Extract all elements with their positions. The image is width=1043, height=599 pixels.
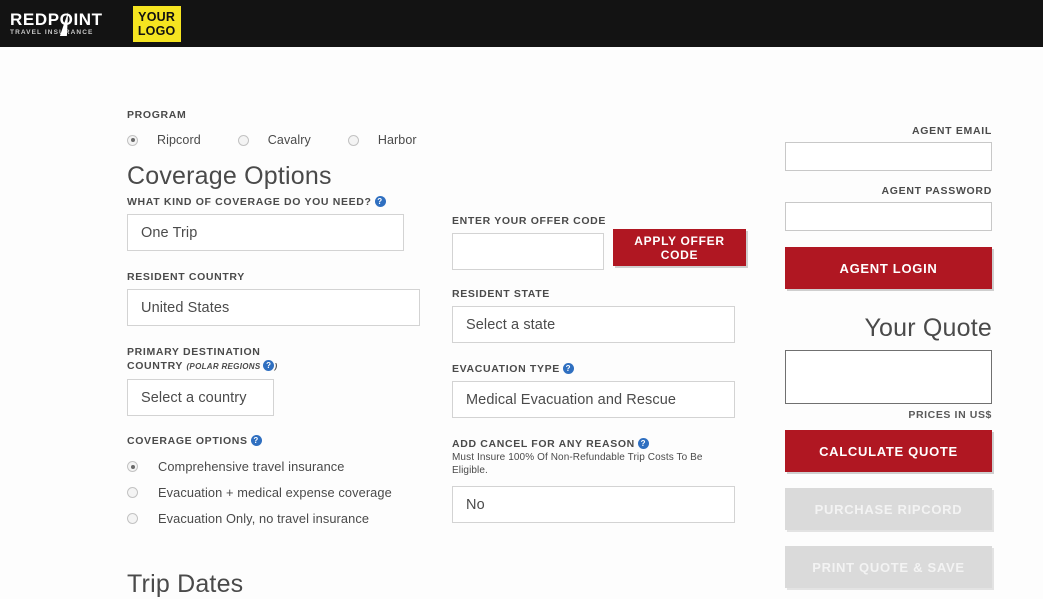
offer-code-label: ENTER YOUR OFFER CODE — [452, 215, 607, 227]
coverage-option-evac-only[interactable]: Evacuation Only, no travel insurance — [127, 511, 437, 526]
cfar-value: No — [466, 496, 485, 513]
help-icon[interactable]: ? — [263, 360, 275, 371]
agent-password-label: AGENT PASSWORD — [881, 185, 992, 197]
program-radio-group[interactable]: Ripcord Cavalry Harbor — [127, 133, 437, 147]
quote-amount-box — [785, 350, 992, 404]
left-column: PROGRAM Ripcord Cavalry Harbor Coverage … — [127, 108, 437, 526]
resident-state-value: Select a state — [466, 316, 556, 333]
your-quote-heading: Your Quote — [864, 314, 992, 342]
resident-country-select[interactable]: United States — [127, 289, 420, 326]
cfar-label: ADD CANCEL FOR ANY REASON? — [452, 437, 752, 451]
help-icon[interactable]: ? — [250, 435, 262, 446]
destination-country-label: PRIMARY DESTINATION COUNTRY (POLAR REGIO… — [127, 346, 278, 372]
program-option-label: Harbor — [377, 133, 417, 147]
destination-note: (POLAR REGIONS — [186, 362, 261, 371]
cfar-group: ADD CANCEL FOR ANY REASON? Must Insure 1… — [452, 437, 752, 523]
program-label: PROGRAM — [127, 109, 187, 121]
coverage-kind-label: WHAT KIND OF COVERAGE DO YOU NEED?? — [127, 195, 437, 209]
offer-code-input-wrap[interactable] — [452, 233, 604, 270]
coverage-option-label: Evacuation + medical expense coverage — [158, 485, 392, 500]
program-option-label: Ripcord — [157, 133, 201, 147]
destination-country-select[interactable]: Select a country — [127, 379, 274, 416]
radio-icon[interactable] — [127, 134, 138, 146]
cfar-select[interactable]: No — [452, 486, 735, 523]
coverage-options-label: COVERAGE OPTIONS? — [127, 434, 437, 448]
agent-email-input[interactable] — [785, 142, 992, 171]
purchase-ripcord-button[interactable]: PURCHASE RIPCORD — [785, 488, 992, 530]
coverage-option-evac-medical[interactable]: Evacuation + medical expense coverage — [127, 485, 437, 500]
resident-state-group: RESIDENT STATE Select a state — [452, 287, 752, 343]
middle-column: ENTER YOUR OFFER CODE APPLY OFFER CODE R… — [452, 108, 752, 523]
resident-country-value: United States — [141, 299, 230, 316]
help-icon[interactable]: ? — [374, 196, 386, 207]
agent-login-button[interactable]: AGENT LOGIN — [785, 247, 992, 289]
evacuation-type-select[interactable]: Medical Evacuation and Rescue — [452, 381, 735, 418]
coverage-option-comprehensive[interactable]: Comprehensive travel insurance — [127, 459, 437, 474]
brand-logo[interactable]: REDPOINT TRAVEL INSURANCE — [10, 11, 109, 37]
radio-icon[interactable] — [347, 134, 359, 146]
destination-note-close: ) — [274, 362, 278, 371]
help-icon[interactable]: ? — [637, 438, 649, 449]
destination-country-group: PRIMARY DESTINATION COUNTRY (POLAR REGIO… — [127, 345, 437, 416]
coverage-kind-group: WHAT KIND OF COVERAGE DO YOU NEED?? One … — [127, 195, 437, 251]
coverage-options-heading: Coverage Options — [127, 162, 332, 190]
apply-offer-code-button[interactable]: APPLY OFFER CODE — [613, 229, 746, 266]
coverage-option-label: Comprehensive travel insurance — [158, 459, 345, 474]
program-option-harbor[interactable]: Harbor — [347, 133, 417, 147]
program-option-ripcord[interactable]: Ripcord — [127, 133, 201, 147]
evacuation-type-value: Medical Evacuation and Rescue — [466, 391, 677, 408]
redpoint-wordmark: REDPOINT TRAVEL INSURANCE — [10, 11, 109, 37]
radio-icon[interactable] — [127, 487, 138, 498]
resident-state-label: RESIDENT STATE — [452, 288, 550, 300]
program-option-cavalry[interactable]: Cavalry — [237, 133, 311, 147]
partner-logo-placeholder: YOUR LOGO — [132, 5, 181, 42]
brand-tagline: TRAVEL INSURANCE — [10, 28, 94, 36]
program-option-label: Cavalry — [267, 133, 311, 147]
trip-dates-heading: Trip Dates — [127, 570, 244, 598]
prices-currency-note: PRICES IN US$ — [908, 409, 992, 421]
evacuation-type-group: EVACUATION TYPE? Medical Evacuation and … — [452, 362, 752, 418]
quote-form-page: PROGRAM Ripcord Cavalry Harbor Coverage … — [0, 47, 1043, 598]
evacuation-type-label: EVACUATION TYPE? — [452, 362, 752, 376]
destination-country-value: Select a country — [141, 389, 247, 406]
cfar-note: Must Insure 100% Of Non-Refundable Trip … — [452, 452, 703, 476]
radio-icon[interactable] — [127, 461, 138, 472]
resident-country-label: RESIDENT COUNTRY — [127, 271, 245, 283]
resident-country-group: RESIDENT COUNTRY United States — [127, 270, 437, 326]
print-quote-save-button[interactable]: PRINT QUOTE & SAVE — [785, 546, 992, 588]
coverage-kind-select[interactable]: One Trip — [127, 214, 404, 251]
resident-state-select[interactable]: Select a state — [452, 306, 735, 343]
partner-logo-line1: YOUR — [138, 9, 176, 24]
partner-logo-line2: LOGO — [137, 23, 176, 38]
coverage-kind-value: One Trip — [141, 224, 198, 241]
site-header: REDPOINT TRAVEL INSURANCE YOUR LOGO — [0, 0, 1043, 47]
agent-password-input[interactable] — [785, 202, 992, 231]
right-sidebar: AGENT EMAIL AGENT PASSWORD AGENT LOGIN Y… — [785, 125, 992, 588]
brand-name: REDPOINT — [10, 9, 103, 29]
radio-icon[interactable] — [127, 513, 138, 524]
help-icon[interactable]: ? — [562, 363, 574, 374]
calculate-quote-button[interactable]: CALCULATE QUOTE — [785, 430, 992, 472]
radio-icon[interactable] — [237, 134, 249, 146]
coverage-option-label: Evacuation Only, no travel insurance — [158, 511, 370, 526]
agent-email-label: AGENT EMAIL — [911, 125, 992, 137]
coverage-options-group: COVERAGE OPTIONS? Comprehensive travel i… — [127, 434, 437, 526]
